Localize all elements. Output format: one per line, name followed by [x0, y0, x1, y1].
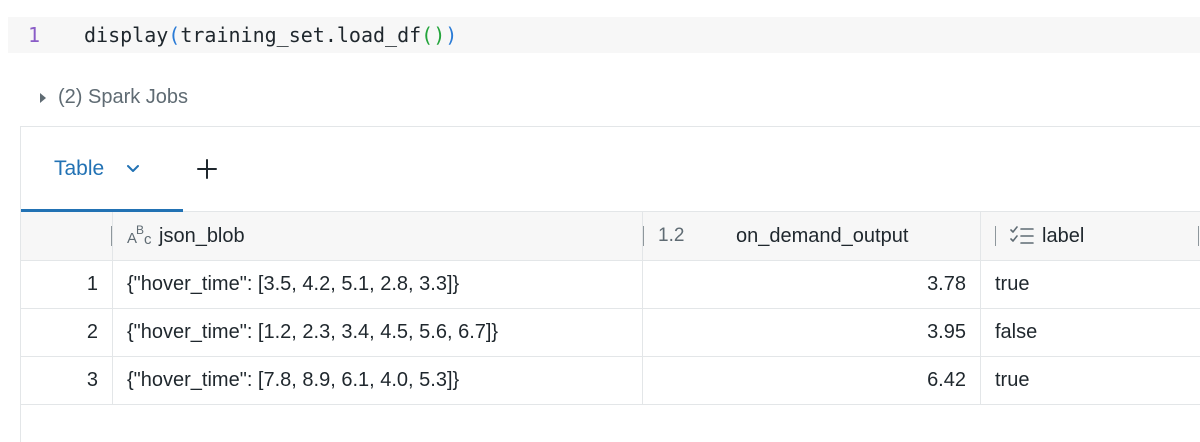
column-resize-handle[interactable]	[643, 226, 644, 246]
string-type-icon: ABc	[127, 223, 152, 248]
column-header-label-col[interactable]: label	[981, 212, 1200, 260]
results-tab-bar: Table	[21, 127, 1200, 212]
caret-right-icon[interactable]	[40, 92, 46, 103]
spark-jobs-toggle[interactable]: (2) Spark Jobs	[40, 86, 188, 109]
add-tab-button[interactable]	[193, 155, 221, 183]
tab-table[interactable]: Table	[21, 127, 183, 212]
code-function: display	[84, 23, 169, 47]
column-header-label: label	[1042, 224, 1085, 247]
table-row[interactable]: 3 {"hover_time": [7.8, 8.9, 6.1, 4.0, 5.…	[21, 357, 1200, 405]
code-paren-close: )	[445, 23, 458, 47]
column-resize-handle[interactable]	[995, 226, 996, 246]
results-table: ABc json_blob 1.2 on_demand_output label	[21, 212, 1200, 405]
list-check-icon	[1010, 225, 1034, 247]
column-header-label: on_demand_output	[736, 224, 909, 247]
table-row[interactable]: 1 {"hover_time": [3.5, 4.2, 5.1, 2.8, 3.…	[21, 261, 1200, 309]
row-index: 1	[21, 261, 113, 308]
cell-json-blob[interactable]: {"hover_time": [3.5, 4.2, 5.1, 2.8, 3.3]…	[113, 261, 643, 308]
line-number: 1	[27, 23, 40, 47]
cell-on-demand-output[interactable]: 3.78	[643, 261, 981, 308]
code-line[interactable]: display(training_set.load_df())	[84, 23, 457, 47]
cell-on-demand-output[interactable]: 3.95	[643, 309, 981, 356]
row-index-header	[21, 212, 113, 260]
row-index: 3	[21, 357, 113, 404]
cell-label[interactable]: true	[981, 357, 1200, 404]
cell-on-demand-output[interactable]: 6.42	[643, 357, 981, 404]
chevron-down-icon[interactable]	[126, 164, 140, 174]
code-call: training_set.load_df	[180, 23, 422, 47]
column-header-json-blob[interactable]: ABc json_blob	[113, 212, 643, 260]
results-panel: Table ABc json_blob 1.2 on_demand_output	[20, 126, 1200, 442]
spark-jobs-label: (2) Spark Jobs	[58, 86, 189, 108]
cell-label[interactable]: true	[981, 261, 1200, 308]
code-inner-parens: ()	[421, 23, 446, 47]
tab-table-label: Table	[54, 157, 105, 180]
code-paren-open: (	[168, 23, 181, 47]
cell-json-blob[interactable]: {"hover_time": [7.8, 8.9, 6.1, 4.0, 5.3]…	[113, 357, 643, 404]
cell-label[interactable]: false	[981, 309, 1200, 356]
code-cell[interactable]: 1 display(training_set.load_df())	[8, 17, 1200, 53]
column-resize-handle[interactable]	[111, 226, 112, 246]
number-type-icon: 1.2	[658, 225, 685, 246]
column-header-label: json_blob	[159, 224, 245, 247]
row-index: 2	[21, 309, 113, 356]
table-row[interactable]: 2 {"hover_time": [1.2, 2.3, 3.4, 4.5, 5.…	[21, 309, 1200, 357]
cell-json-blob[interactable]: {"hover_time": [1.2, 2.3, 3.4, 4.5, 5.6,…	[113, 309, 643, 356]
column-header-on-demand-output[interactable]: 1.2 on_demand_output	[643, 212, 981, 260]
column-resize-handle[interactable]	[1198, 226, 1199, 246]
plus-icon	[197, 159, 217, 179]
table-header-row: ABc json_blob 1.2 on_demand_output label	[21, 212, 1200, 261]
